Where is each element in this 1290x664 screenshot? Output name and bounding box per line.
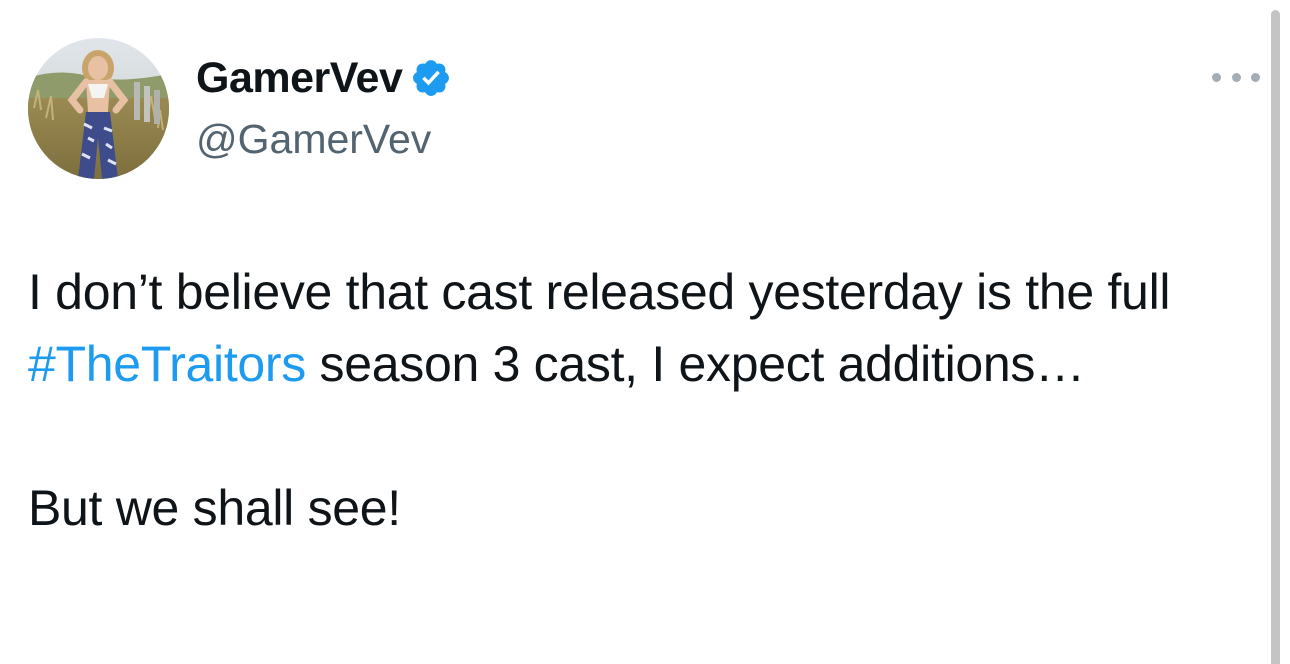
display-name[interactable]: GamerVev (196, 54, 403, 103)
author-handle[interactable]: @GamerVev (196, 116, 431, 163)
scrollbar[interactable] (1271, 10, 1280, 664)
tweet-paragraph: But we shall see! (28, 480, 401, 536)
dot (1212, 72, 1221, 82)
verified-badge-icon (410, 57, 452, 99)
dot (1231, 72, 1241, 82)
tweet-card: GamerVev @GamerVev I don’t believe that … (0, 0, 1270, 664)
avatar[interactable] (28, 38, 169, 179)
author-name-row: GamerVev (196, 52, 452, 104)
dot (1251, 72, 1260, 82)
tweet-paragraph: I don’t believe that cast released yeste… (28, 256, 1248, 400)
tweet-text-segment: season 3 cast, I expect additions… (305, 336, 1086, 392)
more-options-icon[interactable] (1212, 62, 1260, 92)
hashtag-link[interactable]: #TheTraitors (28, 336, 306, 392)
avatar-photo (28, 38, 169, 179)
tweet-text: I don’t believe that cast released yeste… (28, 256, 1248, 544)
tweet-text-segment: I don’t believe that cast released yeste… (28, 264, 1171, 320)
